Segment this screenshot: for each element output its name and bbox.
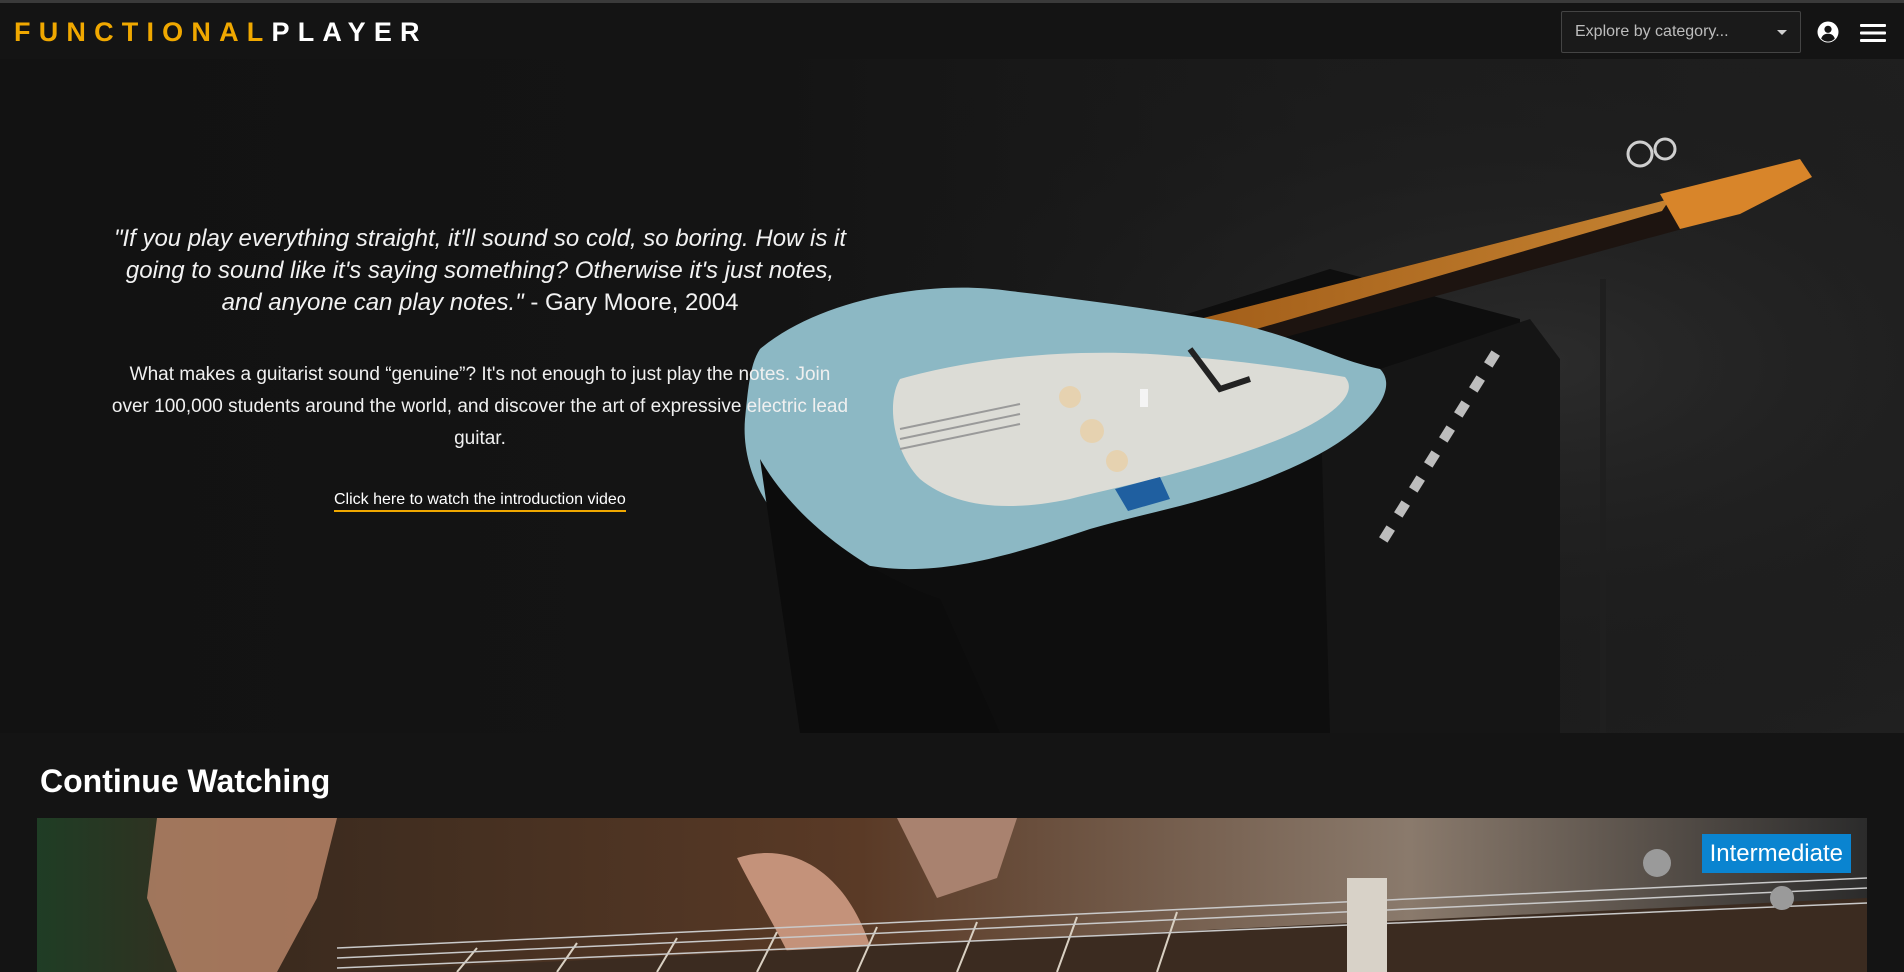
category-select[interactable]: Explore by category... [1561, 11, 1801, 53]
level-badge: Intermediate [1701, 834, 1851, 873]
lesson-thumbnail [37, 818, 1867, 972]
quote-attribution: - Gary Moore, 2004 [523, 289, 739, 316]
user-circle-icon[interactable] [1817, 21, 1839, 43]
hero-description: What makes a guitarist sound “genuine”? … [111, 364, 849, 449]
hero-banner: "If you play everything straight, it'll … [0, 59, 1904, 733]
continue-watching-title: Continue Watching [40, 763, 331, 799]
intro-video-link[interactable]: Click here to watch the introduction vid… [334, 491, 626, 512]
category-select-value: Explore by category... [1575, 23, 1729, 40]
hamburger-menu-icon[interactable] [1860, 22, 1886, 44]
continue-watching-card[interactable]: Intermediate [37, 818, 1867, 972]
hero-quote: "If you play everything straight, it'll … [110, 223, 850, 319]
logo-functional: FUNCTIONAL [14, 17, 272, 47]
site-header: FUNCTIONALPLAYER Explore by category... [0, 3, 1904, 59]
caret-down-icon [1777, 30, 1787, 35]
site-logo[interactable]: FUNCTIONALPLAYER [14, 17, 428, 47]
logo-player: PLAYER [271, 17, 428, 47]
